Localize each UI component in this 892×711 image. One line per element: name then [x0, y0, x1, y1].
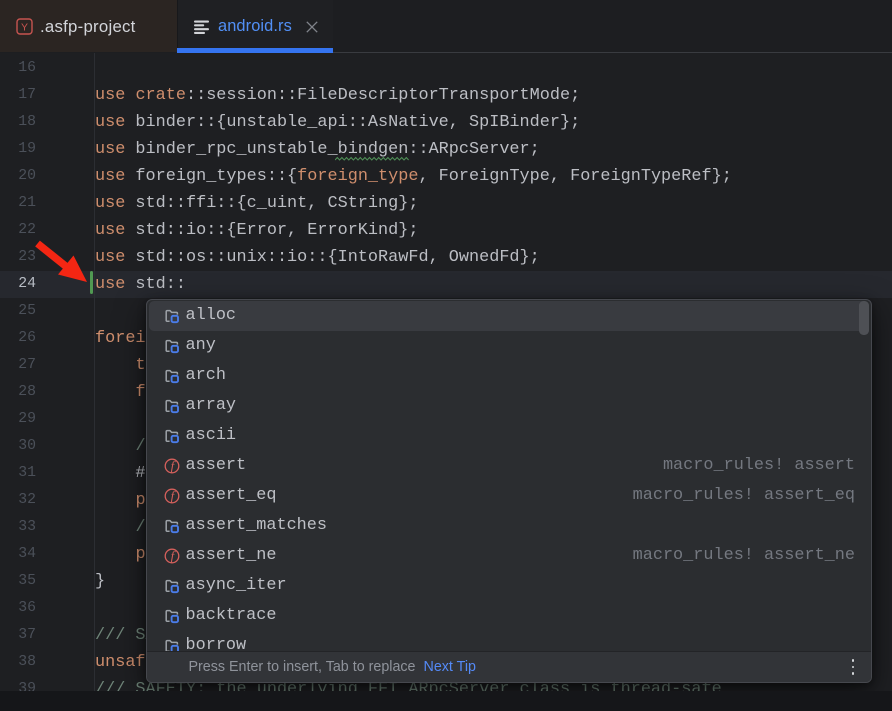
svg-text:Y: Y	[21, 22, 28, 34]
